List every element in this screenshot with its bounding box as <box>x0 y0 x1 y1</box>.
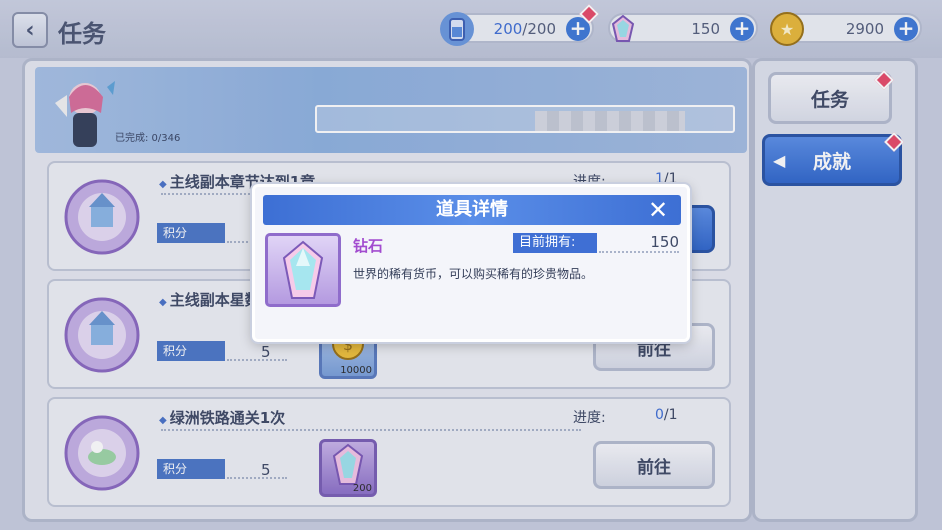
item-description: 世界的稀有货币，可以购买稀有的珍贵物品。 <box>353 267 594 281</box>
item-name: 钻石 <box>353 237 384 255</box>
close-icon[interactable]: ✕ <box>645 197 671 223</box>
owned-value: 150 <box>650 233 679 251</box>
item-detail-dialog: 道具详情 ✕ 钻石 目前拥有: 150 世界的稀有货币，可以购买稀有的珍贵物品。 <box>252 184 690 342</box>
dialog-title: 道具详情 <box>436 199 508 220</box>
item-image <box>265 233 341 307</box>
owned-label: 目前拥有: <box>513 233 597 253</box>
diamond-icon <box>282 240 324 299</box>
dialog-header: 道具详情 ✕ <box>263 195 681 225</box>
